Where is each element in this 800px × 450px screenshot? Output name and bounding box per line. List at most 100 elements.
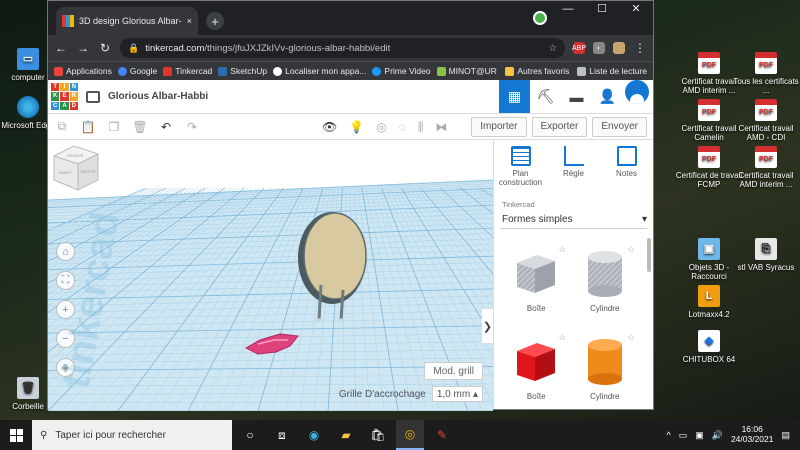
close-window-button[interactable]: ✕	[619, 1, 653, 17]
system-tray: ^ ▭ ▣ 🔊 16:06 24/03/2021 ▤	[666, 424, 800, 445]
favorite-star-icon[interactable]: ☆	[558, 332, 566, 343]
designs-menu-icon[interactable]	[86, 90, 100, 103]
desktop-icon-stl[interactable]: ⎘ stl VAB Syracus	[731, 238, 800, 272]
file-explorer-icon[interactable]: ▰	[332, 420, 360, 450]
avatar[interactable]	[625, 80, 649, 104]
tab-close-icon[interactable]: ×	[187, 16, 192, 26]
edge-taskbar-icon[interactable]: ◉	[300, 420, 328, 450]
desktop-icon-pdf[interactable]: PDF Certificat travail AMD interim ...	[731, 146, 800, 189]
tray-chevron-icon[interactable]: ^	[666, 430, 670, 440]
notifications-icon[interactable]: ▤	[781, 430, 790, 441]
other-bookmarks[interactable]: Autres favoris	[505, 66, 569, 76]
clock-date: 24/03/2021	[730, 434, 774, 444]
taskbar-search[interactable]: ⚲ Taper ici pour rechercher	[32, 420, 232, 450]
edit-grid-button[interactable]: Mod. grill	[424, 362, 483, 380]
export-button[interactable]: Exporter	[531, 116, 588, 137]
task-view-icon[interactable]: ⧈	[268, 420, 296, 450]
shape-box-striped[interactable]: ☆ Boîte	[502, 244, 571, 322]
bookmark-tinkercad[interactable]: Tinkercad	[163, 66, 212, 76]
folder-icon	[505, 66, 515, 76]
delete-icon[interactable]: 🗑	[132, 120, 148, 134]
notes-tool[interactable]: Notes	[602, 146, 652, 192]
start-button[interactable]	[0, 428, 32, 442]
forward-button[interactable]: →	[76, 41, 90, 55]
shape-cylinder-orange[interactable]: ☆ Cylindre	[571, 332, 640, 410]
favorite-star-icon[interactable]: ☆	[627, 244, 635, 255]
user-avatar-icon[interactable]	[613, 42, 625, 54]
ruler-tool[interactable]: Règle	[549, 146, 599, 192]
chrome-icon[interactable]: ◎	[396, 420, 424, 450]
bricks-view-button[interactable]: ▬	[561, 80, 592, 113]
battery-icon[interactable]: ▭	[679, 430, 688, 441]
desktop-icon-chitubox[interactable]: ◆ CHITUBOX 64	[674, 330, 744, 364]
workplane[interactable]: DESSUS AVANT DROITE ⌂ ⛶ + − ◈ tinkercad	[48, 140, 493, 411]
import-button[interactable]: Importer	[471, 116, 527, 137]
light-bulb-icon[interactable]: 💡	[349, 120, 364, 135]
desktop-icon-pdf[interactable]: PDF Tous les certificats ...	[731, 52, 800, 95]
shape-cylinder-striped[interactable]: ☆ Cylindre	[571, 244, 640, 322]
workplane-tool[interactable]: Plan construction	[496, 146, 546, 192]
store-icon[interactable]: 🛍	[364, 420, 392, 450]
favorite-star-icon[interactable]: ☆	[558, 244, 566, 255]
blocks-view-button[interactable]: ⛏	[530, 80, 561, 113]
app-icon[interactable]: ✎	[428, 420, 456, 450]
minotaur-icon	[436, 66, 446, 76]
workplane-grid-icon	[510, 146, 531, 166]
star-bookmark-icon[interactable]: ☆	[548, 43, 557, 54]
bookmark-localiser[interactable]: Localiser mon appa...	[273, 66, 366, 76]
tinkercad-logo[interactable]: T I N K E R C A D	[51, 83, 78, 110]
reload-button[interactable]: ↻	[98, 41, 112, 55]
align-icon[interactable]: ⫼	[418, 120, 424, 135]
browser-tab[interactable]: 3D design Glorious Albar-Habbi ×	[56, 7, 198, 35]
paste-icon[interactable]: 📋	[80, 120, 96, 134]
ungroup-icon[interactable]: ◌	[399, 120, 406, 135]
shape-box-red[interactable]: ☆ Boîte	[502, 332, 571, 410]
duplicate-icon[interactable]: ❐	[106, 120, 122, 134]
objects-3d-icon: ▣	[698, 238, 720, 260]
browser-profile-icon[interactable]	[533, 11, 547, 25]
mirror-icon[interactable]: ⧓	[435, 120, 447, 135]
add-user-icon[interactable]: 👤	[592, 80, 623, 113]
clock[interactable]: 16:06 24/03/2021	[730, 424, 774, 445]
bookmark-google[interactable]: Google	[117, 66, 157, 76]
pink-object[interactable]	[244, 333, 299, 355]
snap-grid-select[interactable]: 1,0 mm ▴	[431, 386, 483, 402]
maximize-button[interactable]: ☐	[585, 1, 619, 17]
desktop-icon-lotmaxx[interactable]: L Lotmaxx4.2	[674, 285, 744, 319]
new-tab-button[interactable]: +	[206, 12, 224, 30]
cortana-icon[interactable]: ○	[236, 420, 264, 450]
snap-grid-label: Grille D'accrochage	[338, 388, 426, 400]
desktop-icon-pdf[interactable]: PDF Certificat travail AMD - CDI	[731, 99, 800, 142]
back-button[interactable]: ←	[54, 41, 68, 55]
collapse-panel-button[interactable]: ❯	[481, 308, 493, 344]
bookmark-prime-video[interactable]: Prime Video	[372, 66, 431, 76]
minimize-button[interactable]: —	[551, 1, 585, 17]
browser-menu-icon[interactable]: ⋮	[633, 41, 647, 55]
cylinder-icon	[587, 338, 622, 385]
browser-titlebar: 3D design Glorious Albar-Habbi × + — ☐ ✕	[48, 1, 653, 35]
reading-list[interactable]: Liste de lecture	[577, 66, 647, 76]
bookmark-applications[interactable]: Applications	[54, 66, 112, 76]
copy-icon[interactable]: ⧉	[54, 119, 70, 134]
3d-design-view-button[interactable]: ▦	[499, 80, 530, 113]
shape-category-select[interactable]: Formes simples ▾	[500, 211, 647, 229]
bookmark-sketchup[interactable]: SketchUp	[218, 66, 267, 76]
bookmark-minotaur[interactable]: MINOT@UR	[436, 66, 497, 76]
desktop-icon-label: Certificat travail AMD - CDI	[738, 124, 794, 143]
panel-tools: Plan construction Règle Notes	[494, 140, 653, 192]
network-icon[interactable]: ▣	[695, 430, 704, 441]
shape-library-scrollbar[interactable]	[647, 238, 651, 272]
adblock-extension-icon[interactable]: ABP	[572, 42, 586, 54]
extension-icon[interactable]: ◐	[593, 42, 605, 54]
shape-group-icon[interactable]: ◎	[376, 120, 386, 135]
notes-visibility-icon[interactable]: 👁	[322, 120, 337, 135]
undo-icon[interactable]: ↶	[158, 120, 174, 134]
box-icon	[517, 255, 556, 293]
redo-icon[interactable]: ↷	[184, 120, 200, 134]
send-button[interactable]: Envoyer	[592, 116, 647, 137]
address-bar[interactable]: 🔒 tinkercad.com/things/jfuJXJZkIVv-glori…	[120, 38, 565, 58]
favorite-star-icon[interactable]: ☆	[627, 332, 635, 343]
disc-object[interactable]	[298, 212, 367, 322]
volume-icon[interactable]: 🔊	[712, 430, 723, 441]
design-name[interactable]: Glorious Albar-Habbi	[108, 91, 208, 102]
